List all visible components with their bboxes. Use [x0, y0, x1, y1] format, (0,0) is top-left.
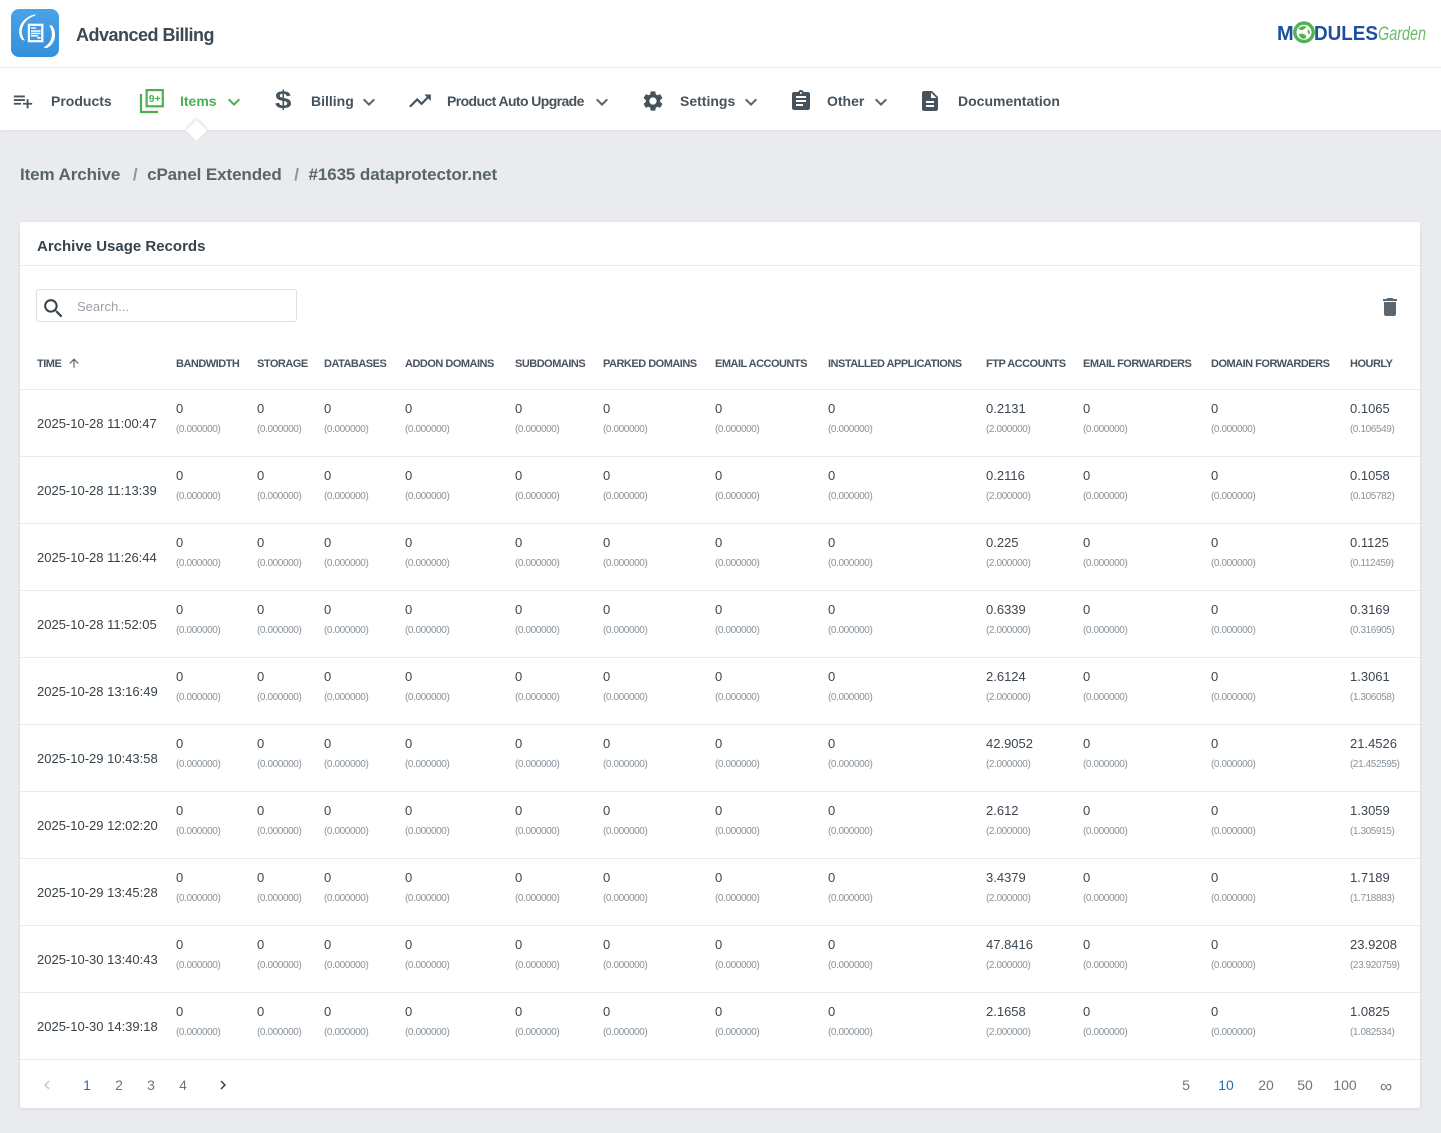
svg-text:DULES: DULES [1314, 23, 1378, 45]
svg-text:Garden: Garden [1378, 24, 1426, 45]
svg-text:M: M [1277, 23, 1294, 45]
svg-text:9+: 9+ [149, 93, 161, 105]
